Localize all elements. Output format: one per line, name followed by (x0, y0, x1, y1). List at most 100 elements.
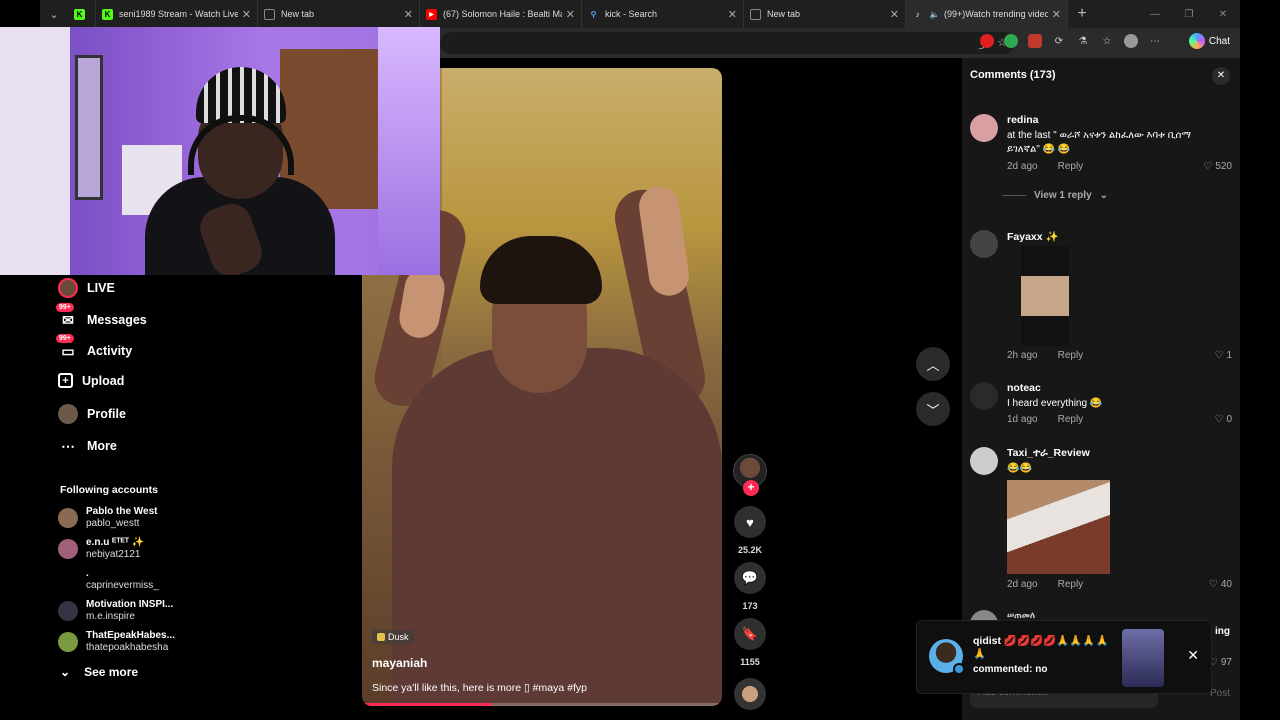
tab-tiktok[interactable]: ♪ 🔈 (99+)Watch trending videos ✕ (906, 0, 1068, 28)
close-icon[interactable]: ✕ (404, 8, 413, 21)
avatar[interactable] (970, 114, 998, 142)
extension-icon[interactable]: ⟳ (1052, 34, 1066, 48)
kick-icon: K (74, 8, 85, 20)
tab-search-icon[interactable]: ⌄ (40, 0, 68, 28)
avatar[interactable] (970, 447, 998, 475)
notification-toast[interactable]: qidist 💋💋💋💋🙏🙏🙏🙏🙏 commented: no ✕ (916, 620, 1212, 694)
nav-label: More (87, 439, 117, 453)
close-icon[interactable]: ✕ (242, 8, 251, 21)
nav-profile[interactable]: Profile (58, 404, 126, 424)
comment-user[interactable]: noteac (1007, 382, 1041, 394)
chat-label: Chat (1208, 35, 1230, 47)
reply-button[interactable]: Reply (1058, 350, 1084, 361)
reply-button[interactable]: Reply (1058, 414, 1084, 425)
tab-youtube[interactable]: ▶ (67) Solomon Haile : Bealti Madd ✕ (420, 0, 582, 28)
music-disc-icon[interactable] (734, 678, 766, 710)
nav-activity[interactable]: ▭ 99+ Activity (56, 334, 133, 361)
comment-like[interactable]: ♡ 520 (1203, 161, 1232, 172)
heart-outline-icon: ♡ (1214, 414, 1224, 425)
comment-user[interactable]: Taxi_ተራ_Review (1007, 447, 1090, 460)
nav-messages[interactable]: ✉ 99+ Messages (56, 303, 147, 330)
nav-upload[interactable]: + Upload (58, 373, 124, 388)
chevron-down-icon: ⌄ (1099, 190, 1109, 201)
avatar[interactable] (970, 230, 998, 258)
next-video-button[interactable]: ﹀ (916, 392, 950, 426)
extension-icon[interactable] (1028, 34, 1042, 48)
account-name: Pablo the West (86, 506, 158, 517)
following-account[interactable]: Pablo the West pablo_westt (58, 506, 258, 530)
following-account[interactable]: . caprinevermiss_ (58, 568, 258, 592)
tab-new-1[interactable]: New tab ✕ (258, 0, 420, 28)
tab-kick-pinned[interactable]: K (68, 0, 96, 28)
account-name: . (86, 568, 89, 579)
video-author[interactable]: mayaniah (372, 656, 427, 670)
comment-user[interactable]: redina (1007, 114, 1039, 126)
comment-like[interactable]: ♡ 1 (1214, 350, 1232, 361)
reply-button[interactable]: Reply (1058, 161, 1084, 172)
view-replies-label: View 1 reply (1034, 190, 1092, 201)
notification-text: commented: no (973, 664, 1048, 675)
nav-more[interactable]: ⋯ More (58, 436, 117, 456)
following-account[interactable]: ThatEpeakHabes... thatepoakhabesha (58, 630, 258, 654)
save-button[interactable]: 🔖 (734, 618, 766, 650)
speaker-icon[interactable]: 🔈 (929, 9, 940, 20)
reply-button[interactable]: Reply (1058, 579, 1084, 590)
comment-time: 2h ago (1007, 350, 1038, 361)
close-icon[interactable]: ✕ (1052, 8, 1061, 21)
address-bar[interactable]: ⤴ ☆ (440, 32, 1015, 54)
nav-label: Profile (87, 407, 126, 421)
close-window-icon[interactable]: ✕ (1206, 9, 1240, 20)
comment-count: 173 (742, 601, 758, 611)
video-frame (480, 236, 602, 304)
close-icon[interactable]: ✕ (566, 8, 575, 21)
account-handle: m.e.inspire (86, 611, 135, 622)
favorites-icon[interactable]: ☆ (1100, 34, 1114, 48)
extension-icon[interactable]: ⚗ (1076, 34, 1090, 48)
comment-user[interactable]: Fayaxx ✨ (1007, 230, 1059, 243)
more-menu-icon[interactable]: ⋯ (1148, 34, 1162, 48)
new-tab-button[interactable]: + (1068, 5, 1096, 23)
comment-image[interactable] (1007, 480, 1110, 574)
close-notification-icon[interactable]: ✕ (1187, 647, 1199, 664)
extension-icon[interactable] (1004, 34, 1018, 48)
previous-video-button[interactable]: ︿ (916, 347, 950, 381)
post-comment-button[interactable]: Post (1210, 688, 1230, 699)
minimize-icon[interactable]: — (1138, 9, 1172, 20)
like-button[interactable]: ♥ (734, 506, 766, 538)
comment-like[interactable]: ♡ 0 (1214, 414, 1232, 425)
webcam-background (0, 27, 70, 275)
webcam-background (75, 55, 103, 200)
extension-icon[interactable] (980, 34, 994, 48)
nav-live[interactable]: LIVE (58, 278, 115, 298)
following-account[interactable]: e.n.u ᴱᵀᴱᵀ ✨ nebiyat2121 (58, 537, 258, 561)
comment-button[interactable]: 💬 (734, 562, 766, 594)
nav-label: Activity (87, 344, 133, 358)
avatar[interactable] (970, 382, 998, 410)
comment-like[interactable]: ♡ 40 (1209, 579, 1232, 590)
notification-badge: 99+ (56, 334, 74, 343)
notification-title: qidist 💋💋💋💋🙏🙏🙏🙏🙏 (973, 635, 1113, 661)
music-chip[interactable]: Dusk (372, 630, 414, 644)
comment-meta: 2d ago Reply (1007, 161, 1083, 172)
video-progress-fill (362, 703, 492, 706)
notification-thumbnail[interactable] (1122, 629, 1164, 687)
close-icon[interactable]: ✕ (890, 8, 899, 21)
comment-image[interactable] (1021, 246, 1069, 346)
video-progress-bar[interactable] (362, 703, 722, 706)
view-replies-button[interactable]: View 1 reply ⌄ (1002, 190, 1108, 201)
tab-search[interactable]: ⚲ kick - Search ✕ (582, 0, 744, 28)
see-more-button[interactable]: ⌄ See more (60, 665, 138, 679)
following-accounts-title: Following accounts (60, 484, 159, 496)
tab-new-2[interactable]: New tab ✕ (744, 0, 906, 28)
heart-outline-icon: ♡ (1208, 579, 1218, 590)
tab-kick-stream[interactable]: K seni1989 Stream - Watch Live on Kick ✕ (96, 0, 258, 28)
following-account[interactable]: Motivation INSPI... m.e.inspire (58, 599, 258, 623)
copilot-chat-button[interactable]: Chat (1188, 33, 1230, 49)
profile-avatar[interactable] (1124, 34, 1138, 48)
restore-icon[interactable]: ❐ (1172, 9, 1206, 20)
close-comments-button[interactable]: ✕ (1212, 67, 1230, 85)
close-icon[interactable]: ✕ (728, 8, 737, 21)
webcam-background (378, 27, 440, 275)
comment-like[interactable]: ♡ 97 (1209, 657, 1232, 668)
follow-plus-icon[interactable]: + (743, 480, 759, 496)
